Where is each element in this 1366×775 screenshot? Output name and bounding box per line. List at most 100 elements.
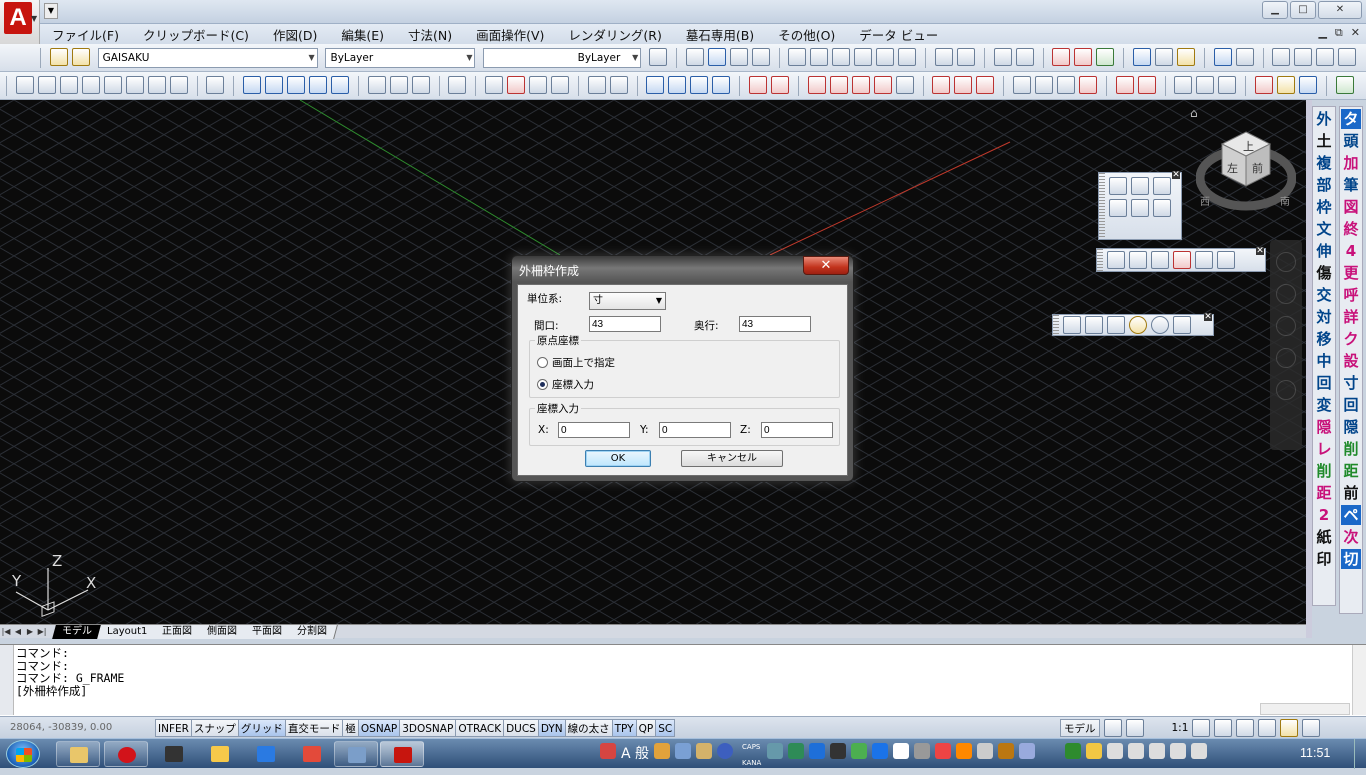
tab-first-button[interactable]: |◀	[0, 627, 12, 636]
zoom-window-icon[interactable]	[832, 48, 851, 66]
workspace-gear-icon[interactable]	[1214, 719, 1233, 737]
3d-rotate-icon[interactable]	[507, 76, 526, 94]
tray-icon[interactable]	[830, 743, 847, 759]
showmotion-icon[interactable]	[1276, 380, 1296, 400]
view-back-icon[interactable]	[1153, 199, 1171, 217]
camera-icon[interactable]	[1129, 251, 1147, 269]
snap-extension-icon[interactable]	[851, 76, 870, 94]
tray-icon[interactable]	[872, 743, 889, 759]
radio-coord-input[interactable]: 座標入力	[537, 377, 594, 392]
view-back-icon[interactable]	[712, 76, 731, 94]
intersect-icon[interactable]	[287, 76, 306, 94]
subtract-icon[interactable]	[265, 76, 284, 94]
help-icon[interactable]	[717, 743, 734, 759]
zoom-icon[interactable]	[1276, 316, 1296, 336]
view-left-icon[interactable]	[668, 76, 687, 94]
menu-file[interactable]: ファイル(F)	[40, 25, 131, 44]
panel2-tool-12[interactable]: 寸	[1341, 373, 1361, 393]
toggle-極[interactable]: 極	[342, 719, 359, 737]
hidden-icon[interactable]	[1107, 316, 1125, 334]
tray-icon[interactable]	[977, 743, 994, 759]
dialog-close-button[interactable]: ✕	[803, 256, 849, 275]
layer-dropdown[interactable]: GAISAKU ▼	[97, 48, 318, 68]
menu-clipboard[interactable]: クリップボード(C)	[131, 25, 261, 44]
doc-close-button[interactable]: ✕	[1351, 26, 1360, 40]
panel1-tool-12[interactable]: 回	[1314, 373, 1334, 393]
menu-data-view[interactable]: データ ビュー	[847, 25, 950, 44]
toggle-sc[interactable]: SC	[655, 719, 676, 737]
panel1-tool-19[interactable]: 紙	[1314, 527, 1334, 547]
panel2-tool-0[interactable]: タ	[1341, 109, 1361, 129]
panel2-tool-11[interactable]: 設	[1341, 351, 1361, 371]
view-front-icon[interactable]	[1109, 199, 1127, 217]
snap-endpoint-icon[interactable]	[749, 76, 768, 94]
tab-next-button[interactable]: ▶	[24, 627, 36, 636]
image-icon[interactable]	[1213, 48, 1232, 66]
taskbar-app-3[interactable]	[152, 741, 196, 767]
panel2-tool-14[interactable]: 隠	[1341, 417, 1361, 437]
zoom-realtime-icon[interactable]	[957, 48, 976, 66]
tab-split-view[interactable]: 分割図	[287, 624, 339, 639]
panel1-tool-9[interactable]: 対	[1314, 307, 1334, 327]
light-icon[interactable]	[1173, 251, 1191, 269]
match-properties-icon[interactable]	[1074, 48, 1093, 66]
panel1-tool-13[interactable]: 変	[1314, 395, 1334, 415]
panel1-tool-18[interactable]: 2	[1314, 505, 1334, 525]
dim-style-icon[interactable]	[1294, 48, 1313, 66]
panel1-tool-16[interactable]: 削	[1314, 461, 1334, 481]
view-iso-sw-icon[interactable]	[1109, 177, 1127, 195]
tab-last-button[interactable]: ▶|	[36, 627, 48, 636]
pan-icon[interactable]	[1276, 284, 1296, 304]
volume-icon[interactable]	[998, 743, 1015, 759]
ime-pad-icon[interactable]	[696, 743, 713, 759]
radio-screen-pick[interactable]: 画面上で指定	[537, 355, 615, 370]
toggle-tpy[interactable]: TPY	[611, 719, 637, 737]
panel1-tool-5[interactable]: 文	[1314, 219, 1334, 239]
loft-icon[interactable]	[389, 76, 408, 94]
sphere-icon[interactable]	[59, 76, 78, 94]
y-input[interactable]	[659, 422, 731, 438]
doc-restore-button[interactable]: ⧉	[1335, 26, 1343, 40]
panel2-tool-20[interactable]: 切	[1341, 549, 1361, 569]
toggle-dyn[interactable]: DYN	[537, 719, 566, 737]
toggle-線の太さ[interactable]: 線の太さ	[564, 719, 613, 737]
menu-edit[interactable]: 編集(E)	[329, 25, 396, 44]
annotation-scale[interactable]: 1:1	[1172, 722, 1189, 734]
window-icon[interactable]	[1299, 76, 1318, 94]
panel2-tool-4[interactable]: 図	[1341, 197, 1361, 217]
menu-dimension[interactable]: 寸法(N)	[396, 25, 464, 44]
panel2-tool-5[interactable]: 終	[1341, 219, 1361, 239]
3d-array-icon[interactable]	[551, 76, 570, 94]
extrude-icon[interactable]	[206, 76, 225, 94]
panel2-tool-2[interactable]: 加	[1341, 153, 1361, 173]
tray-icon[interactable]	[1019, 743, 1036, 759]
toggle-グリッド[interactable]: グリッド	[237, 719, 286, 737]
zoom-out-icon[interactable]	[810, 48, 829, 66]
power-icon[interactable]	[1191, 743, 1208, 759]
ucs-icon[interactable]	[1196, 76, 1215, 94]
section-plane-icon[interactable]	[587, 76, 606, 94]
taskbar-autocad[interactable]	[380, 741, 424, 767]
zoom-in-icon[interactable]	[788, 48, 807, 66]
panel2-tool-13[interactable]: 回	[1341, 395, 1361, 415]
tab-plan-view[interactable]: 平面図	[242, 624, 294, 639]
snap-intersection-icon[interactable]	[807, 76, 826, 94]
3d-wireframe-icon[interactable]	[1085, 316, 1103, 334]
tray-icon[interactable]	[1065, 743, 1082, 759]
panel2-tool-18[interactable]: ペ	[1341, 505, 1361, 525]
properties-icon[interactable]	[1052, 48, 1071, 66]
clean-screen-icon[interactable]	[1302, 719, 1321, 737]
markup-icon[interactable]	[1177, 48, 1196, 66]
panel2-tool-6[interactable]: 4	[1341, 241, 1361, 261]
slice-icon[interactable]	[309, 76, 328, 94]
sheet-set-icon[interactable]	[1155, 48, 1174, 66]
x-input[interactable]	[558, 422, 630, 438]
panel1-tool-3[interactable]: 部	[1314, 175, 1334, 195]
snap-tangent-icon[interactable]	[976, 76, 995, 94]
maximize-button[interactable]: □	[1290, 1, 1316, 19]
panel1-tool-0[interactable]: 外	[1314, 109, 1334, 129]
hardware-acceleration-icon[interactable]	[1258, 719, 1277, 737]
tray-icon[interactable]	[893, 743, 910, 759]
coordinate-display[interactable]: 28064, -30839, 0.00	[10, 722, 112, 733]
taskbar-window[interactable]	[334, 741, 378, 767]
